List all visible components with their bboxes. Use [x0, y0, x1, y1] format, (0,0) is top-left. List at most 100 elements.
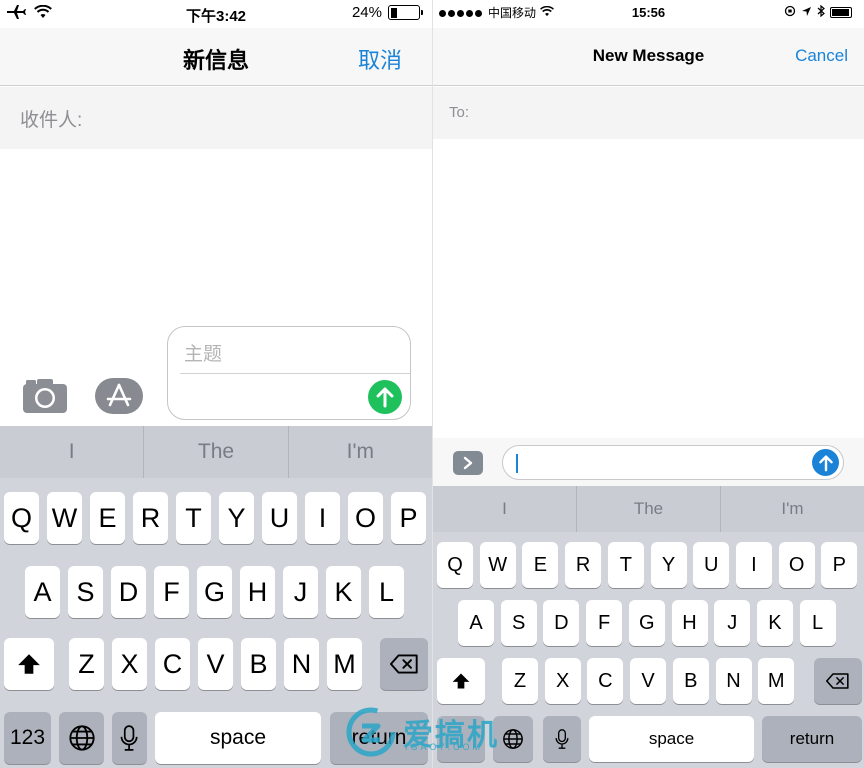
microphone-icon	[555, 729, 569, 749]
send-button[interactable]	[812, 449, 839, 476]
key-m[interactable]: M	[758, 658, 795, 704]
globe-icon	[68, 725, 95, 751]
key-a[interactable]: A	[458, 600, 494, 646]
suggestion-item[interactable]: I	[433, 486, 576, 532]
key-q[interactable]: Q	[437, 542, 473, 588]
space-key[interactable]: space	[155, 712, 321, 764]
key-t[interactable]: T	[607, 542, 644, 588]
key-o[interactable]: O	[348, 492, 383, 544]
key-s[interactable]: S	[500, 600, 537, 646]
recipient-label: To:	[449, 104, 470, 121]
key-i[interactable]: I	[305, 492, 340, 544]
shift-icon	[18, 654, 40, 674]
key-w[interactable]: W	[479, 542, 516, 588]
key-n[interactable]: N	[284, 638, 319, 690]
key-w[interactable]: W	[47, 492, 82, 544]
app-store-icon[interactable]	[95, 378, 143, 414]
backspace-key[interactable]	[380, 638, 428, 690]
message-input[interactable]	[502, 445, 844, 480]
dictation-key[interactable]	[543, 716, 581, 762]
cancel-button[interactable]: 取消	[358, 43, 402, 75]
dictation-key[interactable]	[112, 712, 147, 764]
key-e[interactable]: E	[522, 542, 559, 588]
key-f[interactable]: F	[154, 566, 189, 618]
key-h[interactable]: H	[671, 600, 708, 646]
backspace-key[interactable]	[814, 658, 862, 704]
space-key[interactable]: space	[589, 716, 754, 762]
shift-key[interactable]	[4, 638, 54, 690]
globe-key[interactable]	[59, 712, 104, 764]
suggestion-item[interactable]: The	[576, 486, 720, 532]
key-r[interactable]: R	[565, 542, 602, 588]
key-i[interactable]: I	[735, 542, 772, 588]
shift-key[interactable]	[437, 658, 485, 704]
key-s[interactable]: S	[68, 566, 103, 618]
key-d[interactable]: D	[543, 600, 580, 646]
key-v[interactable]: V	[198, 638, 233, 690]
key-l[interactable]: L	[369, 566, 404, 618]
key-k[interactable]: K	[756, 600, 793, 646]
status-bar: 下午3:42 24%	[0, 0, 432, 28]
key-p[interactable]: P	[391, 492, 426, 544]
key-c[interactable]: C	[587, 658, 624, 704]
key-d[interactable]: D	[111, 566, 146, 618]
microphone-icon	[121, 725, 138, 751]
text-caret	[516, 454, 518, 473]
suggestion-item[interactable]: The	[143, 426, 287, 478]
location-icon	[801, 4, 812, 21]
key-n[interactable]: N	[715, 658, 752, 704]
key-a[interactable]: A	[25, 566, 60, 618]
apps-toggle-button[interactable]	[453, 451, 483, 475]
key-u[interactable]: U	[693, 542, 730, 588]
suggestion-item[interactable]: I'm	[287, 426, 432, 478]
status-bar: 中国移动 15:56	[433, 0, 864, 28]
key-v[interactable]: V	[630, 658, 667, 704]
numbers-key[interactable]	[437, 716, 485, 762]
cancel-button[interactable]: Cancel	[795, 46, 848, 66]
key-l[interactable]: L	[799, 600, 836, 646]
key-j[interactable]: J	[283, 566, 318, 618]
battery-icon	[830, 7, 852, 18]
key-y[interactable]: Y	[650, 542, 687, 588]
key-p[interactable]: P	[821, 542, 858, 588]
suggestion-item[interactable]: I	[0, 426, 143, 478]
key-q[interactable]: Q	[4, 492, 39, 544]
recipient-field[interactable]: 收件人:	[0, 87, 432, 149]
key-b[interactable]: B	[241, 638, 276, 690]
key-o[interactable]: O	[778, 542, 815, 588]
key-h[interactable]: H	[240, 566, 275, 618]
globe-icon	[503, 729, 523, 749]
key-z[interactable]: Z	[69, 638, 104, 690]
key-z[interactable]: Z	[502, 658, 538, 704]
nav-bar: New Message Cancel	[433, 28, 864, 86]
key-f[interactable]: F	[586, 600, 623, 646]
return-key[interactable]: return	[762, 716, 862, 762]
key-x[interactable]: X	[112, 638, 147, 690]
backspace-icon	[389, 654, 418, 674]
message-compose-box[interactable]: 主题	[167, 326, 411, 420]
key-m[interactable]: M	[327, 638, 362, 690]
recipient-field[interactable]: To:	[433, 87, 864, 139]
keyboard: I The I'm Q W E R T Y U I O P A S D F G H J K L Z X C V B N M 123 s…	[0, 426, 432, 768]
return-key[interactable]: return	[330, 712, 428, 764]
bluetooth-icon	[817, 4, 825, 21]
arrow-up-icon	[376, 387, 394, 408]
key-e[interactable]: E	[90, 492, 125, 544]
key-j[interactable]: J	[714, 600, 751, 646]
numbers-key[interactable]: 123	[4, 712, 51, 764]
send-button[interactable]	[368, 380, 402, 414]
key-r[interactable]: R	[133, 492, 168, 544]
camera-icon[interactable]	[22, 378, 68, 414]
key-u[interactable]: U	[262, 492, 297, 544]
key-k[interactable]: K	[326, 566, 361, 618]
globe-key[interactable]	[493, 716, 533, 762]
suggestion-item[interactable]: I'm	[720, 486, 864, 532]
key-x[interactable]: X	[544, 658, 581, 704]
key-y[interactable]: Y	[219, 492, 254, 544]
key-g[interactable]: G	[628, 600, 665, 646]
key-b[interactable]: B	[672, 658, 709, 704]
key-g[interactable]: G	[197, 566, 232, 618]
key-t[interactable]: T	[176, 492, 211, 544]
key-c[interactable]: C	[155, 638, 190, 690]
subject-placeholder[interactable]: 主题	[184, 339, 222, 366]
